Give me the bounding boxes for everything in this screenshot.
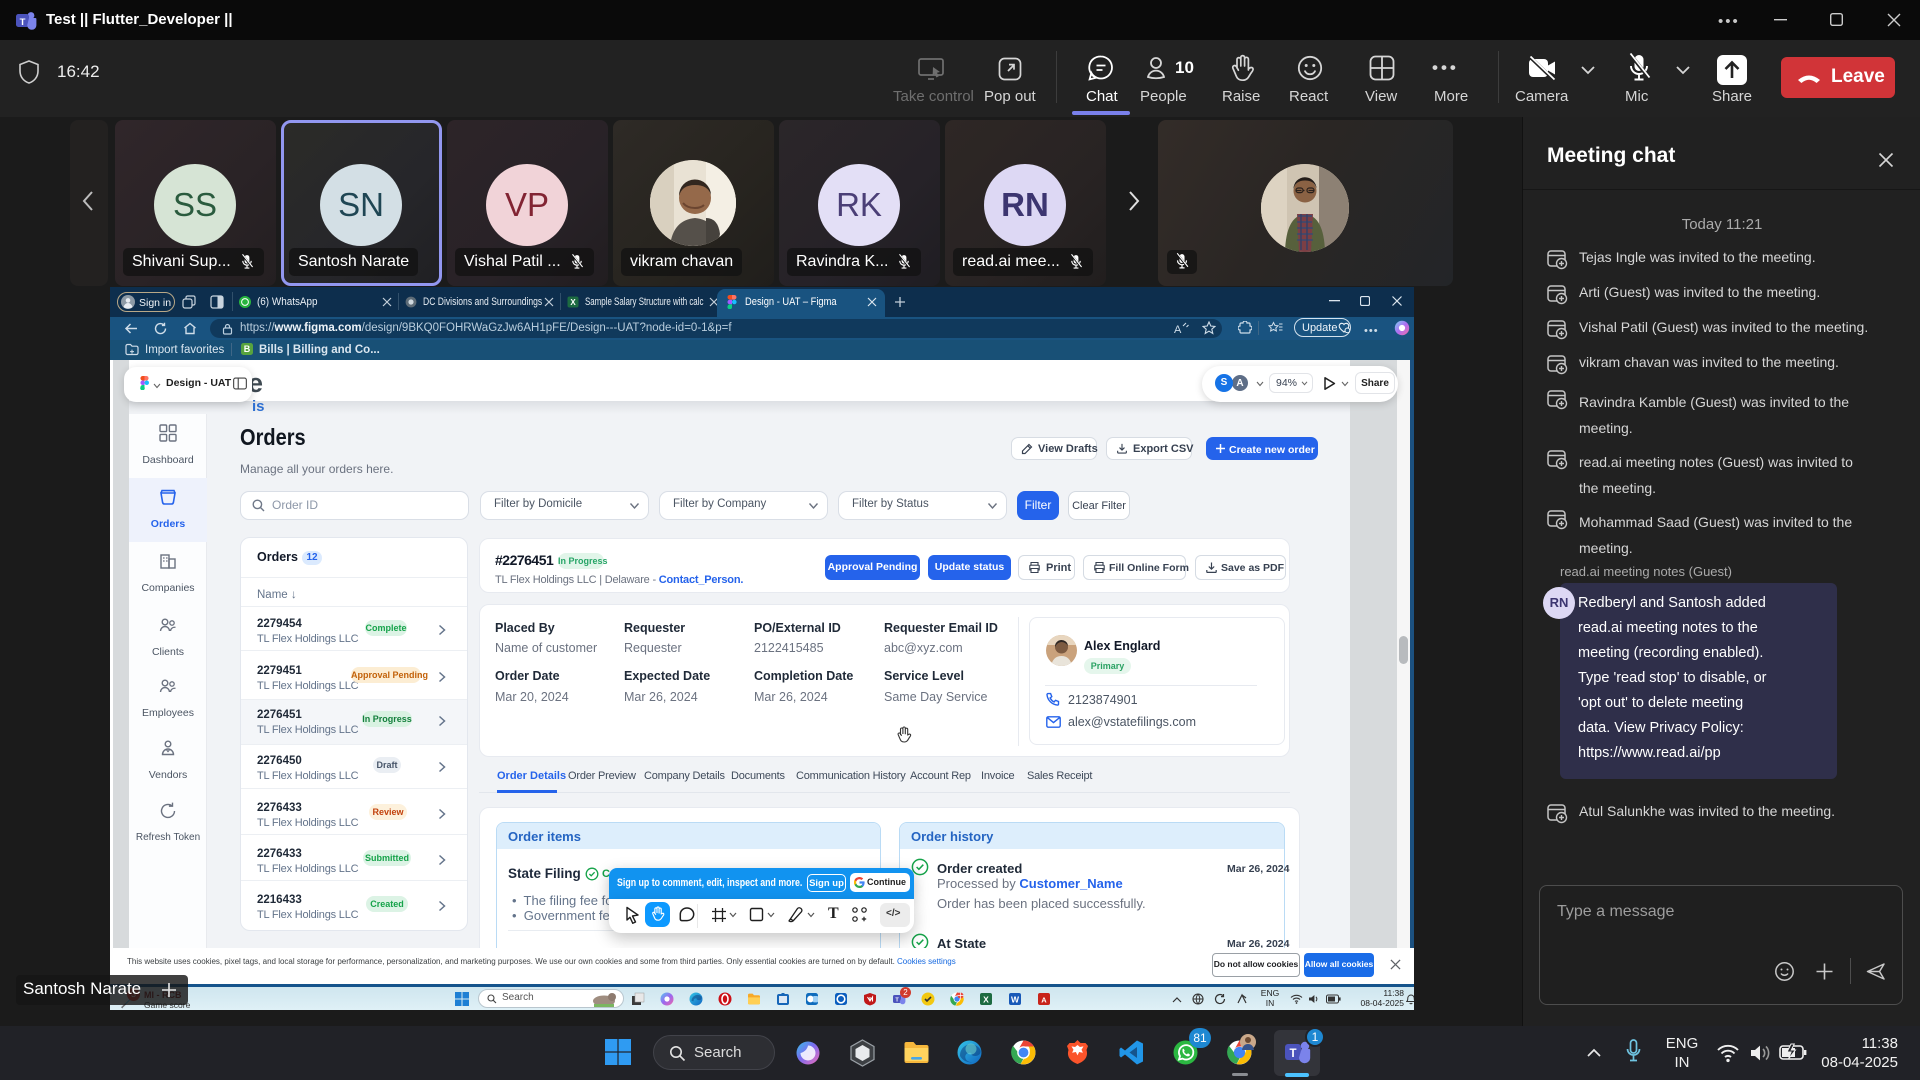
svg-text:A: A: [1174, 324, 1182, 335]
svg-text:W: W: [1011, 994, 1020, 1004]
svg-text:T: T: [1289, 1048, 1296, 1060]
svg-text:T: T: [20, 17, 26, 28]
svg-text:X: X: [570, 298, 576, 307]
svg-text:A: A: [1041, 995, 1047, 1004]
svg-text:X: X: [983, 994, 989, 1004]
